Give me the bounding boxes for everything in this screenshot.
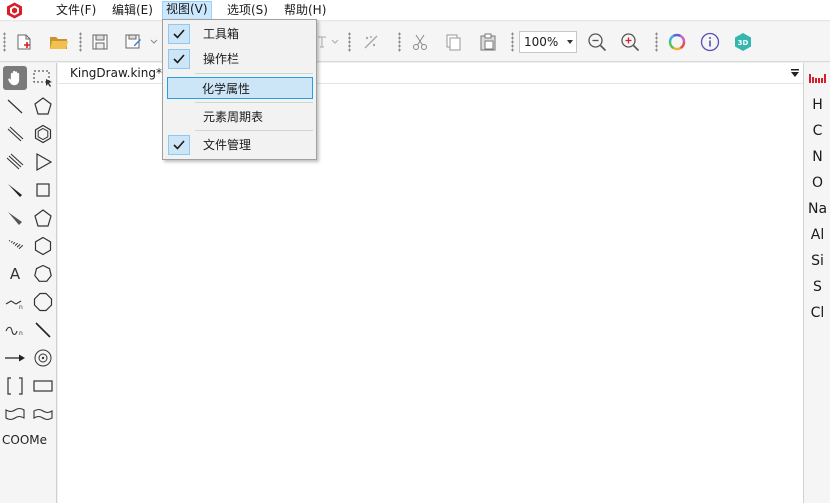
menu-edit[interactable]: 编辑(E)	[109, 2, 156, 19]
view-menu-periodic-table[interactable]: 元素周期表	[165, 106, 315, 128]
checkmark-icon	[168, 135, 190, 155]
toolbar: 3D	[0, 22, 830, 62]
pentagon-ring-icon[interactable]	[31, 94, 55, 118]
tab-list-icon[interactable]	[790, 67, 800, 77]
open-folder-icon[interactable]	[48, 31, 70, 53]
menu-file[interactable]: 文件(F)	[53, 2, 99, 19]
zoom-value: 100%	[524, 35, 559, 49]
menu-options[interactable]: 选项(S)	[224, 2, 271, 19]
triple-bond-icon[interactable]	[3, 150, 27, 174]
dropdown-icon[interactable]	[316, 31, 342, 53]
lasso-select-icon[interactable]	[31, 66, 55, 90]
chevron-down-icon[interactable]	[567, 40, 573, 44]
toolbar-grip	[511, 32, 514, 52]
element-na[interactable]: Na	[804, 201, 830, 217]
element-n[interactable]: N	[804, 149, 830, 165]
document-tab[interactable]: KingDraw.king*	[64, 64, 168, 83]
kingdraw-logo-icon[interactable]	[6, 2, 23, 19]
view-menu-toolbox[interactable]: 工具箱	[165, 23, 315, 45]
wave-shape-icon[interactable]	[31, 402, 55, 426]
menu-view[interactable]: 视图(V)	[162, 1, 212, 20]
svg-text:3D: 3D	[738, 39, 749, 47]
svg-text:n: n	[19, 304, 23, 311]
heptagon-icon[interactable]	[31, 262, 55, 286]
toolbar-grip	[79, 32, 82, 52]
zoom-in-icon[interactable]	[619, 31, 641, 53]
view-menu-actionbar[interactable]: 操作栏	[165, 48, 315, 70]
curve-chain-icon[interactable]: n	[3, 318, 27, 342]
zoom-out-icon[interactable]	[586, 31, 608, 53]
menu-separator	[195, 73, 313, 74]
hashed-wedge-bond-icon[interactable]	[3, 234, 27, 258]
svg-text:n: n	[19, 330, 23, 337]
paste-icon[interactable]	[477, 31, 499, 53]
checkmark-icon	[168, 49, 190, 69]
dropdown-icon[interactable]	[148, 31, 160, 53]
toolbox-panel: A n n COOMe	[0, 63, 57, 503]
single-bond-icon[interactable]	[3, 94, 27, 118]
copy-icon[interactable]	[442, 31, 464, 53]
double-bond-icon[interactable]	[3, 122, 27, 146]
element-o[interactable]: O	[804, 175, 830, 191]
view-menu-chemical-properties-label: 化学属性	[202, 82, 251, 96]
view-menu-file-manager-label: 文件管理	[203, 138, 252, 152]
square-ring-icon[interactable]	[31, 178, 55, 202]
new-file-icon[interactable]	[13, 31, 35, 53]
octagon-icon[interactable]	[31, 290, 55, 314]
hexagon-ring-icon[interactable]	[31, 122, 55, 146]
toolbar-grip	[655, 32, 658, 52]
element-c[interactable]: C	[804, 123, 830, 139]
text-tool-label: A	[9, 265, 21, 283]
toolbar-grip	[3, 32, 6, 52]
view-menu-actionbar-label: 操作栏	[203, 52, 240, 66]
info-icon[interactable]	[699, 31, 721, 53]
hexagon-icon[interactable]	[31, 234, 55, 258]
element-h[interactable]: H	[804, 97, 830, 113]
color-wheel-icon[interactable]	[666, 31, 688, 53]
bracket-tool-icon[interactable]	[3, 374, 27, 398]
clean-structure-icon[interactable]	[360, 31, 382, 53]
view-menu-dropdown: 工具箱 操作栏 化学属性 元素周期表 文件管理	[162, 19, 317, 160]
hand-tool-icon[interactable]	[3, 66, 27, 90]
element-al[interactable]: Al	[804, 227, 830, 243]
wedge-bond-icon[interactable]	[3, 178, 27, 202]
arrow-tool-icon[interactable]	[3, 346, 27, 370]
3d-view-icon[interactable]: 3D	[732, 31, 754, 53]
periodic-table-icon[interactable]	[809, 72, 827, 86]
chain-tool-icon[interactable]: n	[3, 290, 27, 314]
save-icon[interactable]	[89, 31, 111, 53]
text-tool[interactable]: A	[3, 262, 27, 286]
pentagon-icon[interactable]	[31, 206, 55, 230]
radical-circle-icon[interactable]	[31, 346, 55, 370]
element-si[interactable]: Si	[804, 253, 830, 269]
bold-wedge-bond-icon[interactable]	[3, 206, 27, 230]
view-menu-file-manager[interactable]: 文件管理	[165, 134, 315, 156]
view-menu-chemical-properties[interactable]: 化学属性	[167, 77, 313, 99]
menu-separator	[195, 102, 313, 103]
view-menu-toolbox-label: 工具箱	[203, 27, 240, 41]
zoom-select[interactable]: 100%	[519, 31, 577, 53]
element-cl[interactable]: Cl	[804, 305, 830, 321]
checkmark-icon	[168, 24, 190, 44]
group-tool-label: COOMe	[2, 433, 48, 447]
group-tool[interactable]: COOMe	[2, 428, 52, 452]
element-s[interactable]: S	[804, 279, 830, 295]
rectangle-tool-icon[interactable]	[31, 374, 55, 398]
element-panel: H C N O Na Al Si S Cl	[803, 63, 830, 503]
save-as-icon[interactable]	[122, 31, 144, 53]
cut-icon[interactable]	[409, 31, 431, 53]
triangle-ring-icon[interactable]	[31, 150, 55, 174]
menu-bar: 文件(F) 编辑(E) 视图(V) 选项(S) 帮助(H)	[0, 0, 830, 21]
toolbar-grip	[348, 32, 351, 52]
toolbar-grip	[398, 32, 401, 52]
menu-separator	[195, 130, 313, 131]
line-tool-icon[interactable]	[31, 318, 55, 342]
view-menu-periodic-table-label: 元素周期表	[203, 110, 264, 124]
menu-help[interactable]: 帮助(H)	[281, 2, 329, 19]
document-shape-icon[interactable]	[3, 402, 27, 426]
